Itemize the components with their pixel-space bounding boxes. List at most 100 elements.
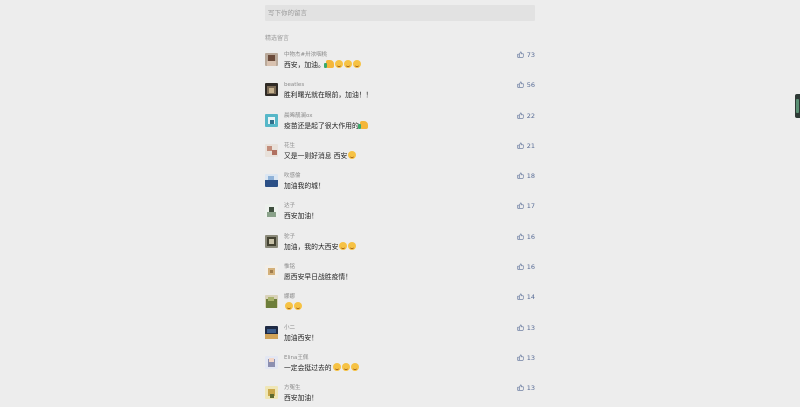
thumbs-up-icon [517,142,524,149]
avatar[interactable] [265,174,278,188]
comment-input[interactable]: 写下你的留言 [265,5,535,21]
like-button[interactable]: 73 [517,50,535,60]
smile-icon [348,241,357,250]
smile-icon [343,60,352,68]
comment-content: 加油西安！ [284,333,318,343]
avatar[interactable] [265,265,278,279]
comment-nickname: 方冤生 [284,385,301,392]
comment-nickname: 娜娜 [284,294,296,301]
comment-nickname: 花生 [284,142,296,149]
comment-row: 惟铭愿西安早日战胜疫情！ 16 [265,262,535,292]
smile-icon [339,241,348,250]
comment-text: 又是一则好消息 西安 [284,151,348,160]
like-count: 13 [526,323,535,332]
thumbs-up-icon [517,51,524,58]
like-count: 56 [526,81,535,90]
comment-content: 西安加油！ [284,211,318,221]
comment-text: 愿西安早日战胜疫情！ [284,273,352,282]
like-button[interactable]: 18 [517,171,535,181]
comment-row: 花生又是一则好消息 西安 21 [265,141,535,171]
comment-row: 达子西安加油！ 17 [265,201,535,231]
like-count: 18 [526,172,535,181]
avatar[interactable] [265,234,278,248]
comment-content: 西安，加油。 [284,60,361,70]
comment-row: 吹感倫加油我的城！ 18 [265,171,535,201]
like-button[interactable]: 13 [517,383,535,393]
avatar[interactable] [265,53,278,66]
avatar[interactable] [265,355,278,369]
thumbs-up-icon [517,172,524,179]
side-tab-handle[interactable] [795,94,800,118]
like-count: 14 [526,293,535,302]
like-button[interactable]: 13 [517,323,535,333]
avatar[interactable] [265,325,278,339]
comment-text: 疫苗还是起了很大作用的 [284,121,359,130]
thumbs-up-icon [517,81,524,88]
comment-content: 疫苗还是起了很大作用的 [284,120,368,131]
page: 写下你的留言 精选留言 中物杰#卅浓咽桃 西安，加油。 73 beatles 胜利曙光就… [0,0,800,407]
avatar[interactable] [265,113,278,127]
smile-icon [350,362,359,371]
comment-nickname: 小二 [284,324,296,331]
comment-nickname: 达子 [284,203,296,210]
comment-input-placeholder: 写下你的留言 [268,9,307,17]
comment-nickname: beatles [284,82,305,89]
like-count: 73 [526,51,535,59]
comment-row: 中物杰#卅浓咽桃 西安，加油。 73 [265,50,535,80]
comment-row: beatles 胜利曙光就在眼前，加油！！ 56 [265,80,535,110]
like-count: 17 [526,202,535,211]
comment-text: 西安加油！ [284,212,318,221]
section-label: 精选留言 [265,35,290,42]
like-count: 22 [526,111,535,120]
comment-text: 一定会挺过去的 [284,363,332,372]
comment-row: 娜娜 14 [265,292,535,322]
thumb-icon [323,60,334,68]
comment-text: 加油西安！ [284,333,318,342]
thumbs-up-icon [517,324,524,331]
comment-text: 胜利曙光就在眼前，加油！！ [284,91,373,100]
like-button[interactable]: 14 [517,292,535,302]
avatar[interactable] [265,83,278,97]
like-count: 21 [526,141,535,150]
like-button[interactable]: 22 [517,111,535,121]
thumbs-up-icon [517,293,524,300]
comment-content: 加油我的城！ [284,181,325,191]
thumbs-up-icon [517,203,524,210]
smile-icon [348,150,357,159]
like-count: 13 [526,384,535,393]
like-count: 13 [526,353,535,362]
comment-text: 西安加油！ [284,394,318,403]
comment-content: 西安加油！ [284,393,318,403]
like-count: 16 [526,263,535,272]
like-button[interactable]: 13 [517,353,535,363]
comment-nickname: 惟铭 [284,264,296,271]
smile-icon [341,362,350,371]
thumbs-up-icon [517,354,524,361]
avatar[interactable] [265,295,278,309]
like-button[interactable]: 17 [517,201,535,211]
like-button[interactable]: 16 [517,262,535,272]
avatar[interactable] [265,386,278,400]
thumbs-up-icon [517,233,524,240]
comment-text: 加油我的城！ [284,182,325,191]
like-button[interactable]: 56 [517,80,535,90]
smile-icon [352,60,361,68]
thumbs-up-icon [517,263,524,270]
thumbs-up-icon [517,112,524,119]
comment-nickname: Elina王佩 [284,354,309,361]
thumbs-up-icon [517,384,524,391]
comment-row: 晨晞靓澜ox 疫苗还是起了很大作用的 22 [265,111,535,141]
avatar[interactable] [265,143,278,157]
comment-nickname: 晨晞靓澜ox [284,112,313,119]
comment-row: 驼子 加油，我的大西安 16 [265,232,535,262]
smile-icon [332,362,341,371]
comment-nickname: 中物杰#卅浓咽桃 [284,52,328,58]
comment-text: 加油，我的大西安 [284,242,339,251]
like-button[interactable]: 16 [517,232,535,242]
like-count: 16 [526,232,535,241]
comment-nickname: 吹感倫 [284,173,301,180]
comment-content: 加油，我的大西安 [284,241,357,252]
like-button[interactable]: 21 [517,141,535,151]
comment-text: 西安，加油。 [284,61,325,69]
avatar[interactable] [265,204,278,218]
